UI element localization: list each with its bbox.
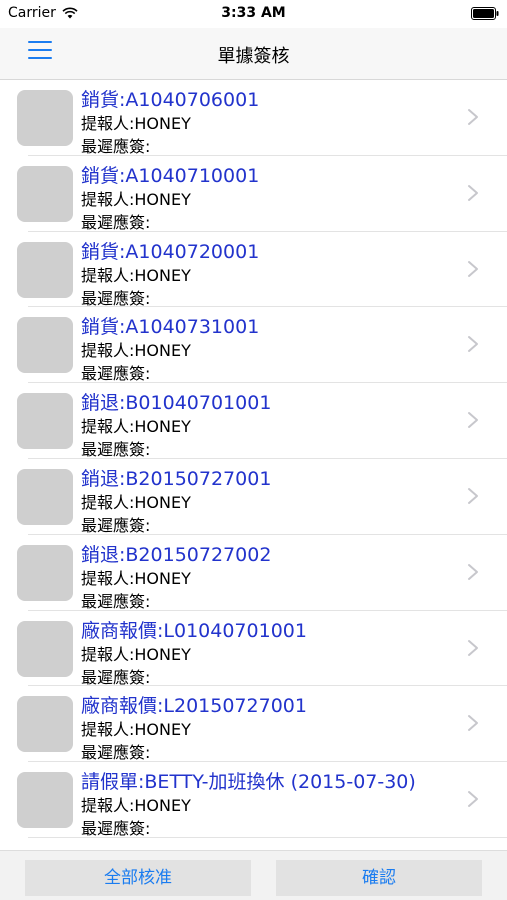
document-title: 銷貨:A1040706001 xyxy=(81,89,260,111)
submitter-label: 提報人:HONEY xyxy=(81,341,191,361)
document-title: 廠商報價:L20150727001 xyxy=(81,695,307,718)
document-title: 銷退:B20150727002 xyxy=(81,543,272,566)
list-item[interactable]: 廠商報價:L01040701001 提報人:HONEY 最遲應簽: xyxy=(0,611,507,687)
deadline-label: 最遲應簽: xyxy=(81,137,151,156)
chevron-right-icon xyxy=(468,109,478,125)
bottom-toolbar: 全部核准 確認 xyxy=(0,850,507,900)
document-title: 銷退:B01040701001 xyxy=(81,392,272,415)
thumbnail-placeholder xyxy=(17,393,73,450)
deadline-label: 最遲應簽: xyxy=(81,440,151,460)
list-item[interactable]: 銷貨:A1040731001 提報人:HONEY 最遲應簽: xyxy=(0,307,507,383)
list-item[interactable]: 請假單:BETTY-加班換休 (2015-07-30) 提報人:HONEY 最遲應簽… xyxy=(0,762,507,838)
thumbnail-placeholder xyxy=(17,468,73,525)
submitter-label: 提報人:HONEY xyxy=(81,189,191,209)
document-title: 廠商報價:L01040701001 xyxy=(81,619,307,642)
clock: 3:33 AM xyxy=(221,5,286,21)
document-title: 銷貨:A1040731001 xyxy=(81,316,260,339)
deadline-label: 最遲應簽: xyxy=(81,591,151,611)
deadline-label: 最遲應簽: xyxy=(81,743,151,763)
list-item[interactable]: 銷退:B01040701001 提報人:HONEY 最遲應簽: xyxy=(0,383,507,459)
thumbnail-placeholder xyxy=(17,620,73,677)
confirm-button[interactable]: 確認 xyxy=(276,860,482,896)
chevron-right-icon xyxy=(468,412,478,429)
list-item[interactable]: 銷貨:A1040706001 提報人:HONEY 最遲應簽: xyxy=(0,80,507,156)
approve-all-button[interactable]: 全部核准 xyxy=(25,860,251,896)
submitter-label: 提報人:HONEY xyxy=(81,644,191,664)
document-list: 銷貨:A1040706001 提報人:HONEY 最遲應簽: 銷貨:A10407100… xyxy=(0,80,507,838)
document-title: 銷貨:A1040710001 xyxy=(81,164,260,187)
document-title: 請假單:BETTY-加班換休 (2015-07-30) xyxy=(81,771,416,794)
navigation-bar: 單據簽核 xyxy=(0,28,507,80)
chevron-right-icon xyxy=(468,639,478,656)
deadline-label: 最遲應簽: xyxy=(81,515,151,535)
chevron-right-icon xyxy=(468,563,478,580)
thumbnail-placeholder xyxy=(17,696,73,753)
list-item[interactable]: 銷退:B20150727001 提報人:HONEY 最遲應簽: xyxy=(0,459,507,535)
list-item[interactable]: 廠商報價:L20150727001 提報人:HONEY 最遲應簽: xyxy=(0,686,507,762)
list-item[interactable]: 銷退:B20150727002 提報人:HONEY 最遲應簽: xyxy=(0,535,507,611)
submitter-label: 提報人:HONEY xyxy=(81,417,191,437)
chevron-right-icon xyxy=(468,184,478,201)
chevron-right-icon xyxy=(468,487,478,504)
thumbnail-placeholder xyxy=(17,544,73,601)
deadline-label: 最遲應簽: xyxy=(81,819,151,839)
chevron-right-icon xyxy=(468,260,478,277)
page-title: 單據簽核 xyxy=(217,46,290,67)
thumbnail-placeholder xyxy=(17,165,73,222)
submitter-label: 提報人:HONEY xyxy=(81,492,191,512)
battery-icon xyxy=(471,7,499,20)
deadline-label: 最遲應簽: xyxy=(81,667,151,687)
row-divider xyxy=(28,836,507,838)
submitter-label: 提報人:HONEY xyxy=(81,720,191,740)
submitter-label: 提報人:HONEY xyxy=(81,796,191,816)
chevron-right-icon xyxy=(468,336,478,353)
deadline-label: 最遲應簽: xyxy=(81,288,151,308)
list-item[interactable]: 銷貨:A1040720001 提報人:HONEY 最遲應簽: xyxy=(0,232,507,308)
deadline-label: 最遲應簽: xyxy=(81,212,151,232)
list-item[interactable]: 銷貨:A1040710001 提報人:HONEY 最遲應簽: xyxy=(0,156,507,232)
thumbnail-placeholder xyxy=(17,90,73,146)
chevron-right-icon xyxy=(468,791,478,808)
chevron-right-icon xyxy=(468,715,478,732)
deadline-label: 最遲應簽: xyxy=(81,364,151,384)
thumbnail-placeholder xyxy=(17,772,73,829)
thumbnail-placeholder xyxy=(17,241,73,298)
submitter-label: 提報人:HONEY xyxy=(81,265,191,285)
status-bar: Carrier 3:33 AM xyxy=(0,0,507,28)
document-title: 銷貨:A1040720001 xyxy=(81,240,260,263)
thumbnail-placeholder xyxy=(17,317,73,374)
submitter-label: 提報人:HONEY xyxy=(81,114,191,133)
submitter-label: 提報人:HONEY xyxy=(81,568,191,588)
document-title: 銷退:B20150727001 xyxy=(81,467,272,490)
